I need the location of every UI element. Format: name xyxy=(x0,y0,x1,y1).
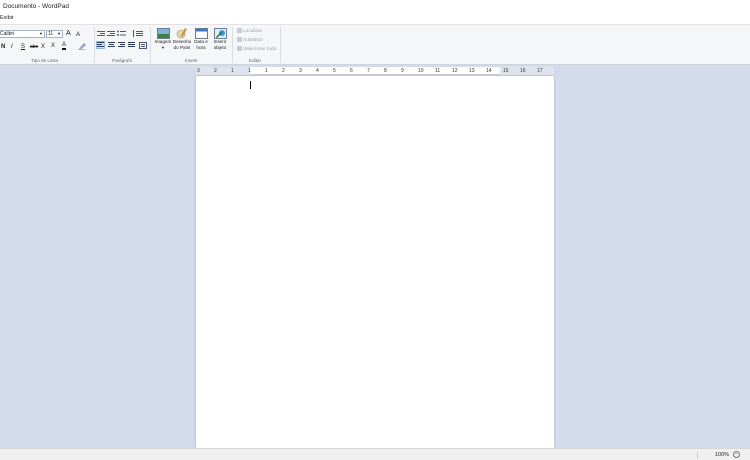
window-title: Documento - WordPad xyxy=(3,3,69,10)
ruler[interactable]: 3 2 1 1 1 2 3 4 5 6 7 8 9 10 11 12 13 14… xyxy=(196,67,554,75)
find-button[interactable]: Localizar xyxy=(237,28,262,34)
zoom-level: 100% xyxy=(714,452,729,458)
date-time-button[interactable]: Data e hora xyxy=(191,28,211,50)
shrink-font-button[interactable]: A xyxy=(76,31,80,39)
justify-icon[interactable] xyxy=(128,42,135,51)
text-caret xyxy=(250,81,251,89)
strikethrough-button[interactable]: abc xyxy=(30,43,38,51)
select-all-button[interactable]: Selecionar tudo xyxy=(237,46,276,52)
select-all-icon xyxy=(237,46,242,51)
align-right-icon[interactable] xyxy=(118,42,125,51)
title-bar: Documento - WordPad xyxy=(0,0,750,13)
line-spacing-icon[interactable] xyxy=(133,30,144,40)
zoom-out-button[interactable]: − xyxy=(733,451,740,458)
group-divider xyxy=(94,27,95,63)
bullets-icon[interactable] xyxy=(117,30,128,40)
document-page[interactable] xyxy=(196,76,554,448)
status-bar: 100% − xyxy=(0,448,750,460)
paint-brush-icon xyxy=(176,28,189,39)
font-family-value: Calibri xyxy=(0,31,15,37)
paint-drawing-button[interactable]: Desenho do Paint xyxy=(172,28,192,50)
font-size-value: 11 xyxy=(48,31,54,37)
edit-group-label: Editar xyxy=(249,58,262,63)
replace-button[interactable]: Substituir xyxy=(237,37,263,43)
replace-icon xyxy=(237,37,242,42)
group-divider xyxy=(150,27,151,63)
font-family-combo[interactable]: Calibri ▼ xyxy=(0,30,45,38)
ribbon: Calibri ▼ 11 ▼ A A N I S abc X X A Tipo … xyxy=(0,24,750,65)
font-group-label: Tipo de Letra xyxy=(31,58,58,63)
grow-font-button[interactable]: A xyxy=(66,30,71,38)
decrease-indent-icon[interactable] xyxy=(97,30,106,40)
bold-button[interactable]: N xyxy=(1,43,5,51)
subscript-button[interactable]: X xyxy=(41,43,45,51)
text-color-button[interactable]: A xyxy=(62,42,67,50)
group-divider xyxy=(280,27,281,63)
paragraph-settings-icon[interactable] xyxy=(139,42,147,52)
menu-bar: Exibir xyxy=(0,13,750,24)
align-center-icon[interactable] xyxy=(108,42,115,51)
superscript-button[interactable]: X xyxy=(51,42,55,50)
underline-button[interactable]: S xyxy=(21,43,25,51)
calendar-icon xyxy=(194,28,208,39)
highlight-icon[interactable] xyxy=(78,42,88,53)
align-left-icon[interactable] xyxy=(96,41,105,49)
insert-image-button[interactable]: Imagem ▾ xyxy=(153,28,173,50)
binoculars-icon xyxy=(237,28,242,33)
chevron-down-icon: ▼ xyxy=(57,31,61,36)
object-icon xyxy=(213,28,227,39)
tab-view[interactable]: Exibir xyxy=(0,15,14,21)
increase-indent-icon[interactable] xyxy=(107,30,116,40)
group-divider xyxy=(232,27,233,63)
paragraph-group-label: Parágrafo xyxy=(112,58,133,63)
chevron-down-icon: ▼ xyxy=(39,31,43,36)
image-icon xyxy=(156,28,170,39)
insert-object-button[interactable]: Inserir objeto xyxy=(210,28,230,50)
italic-button[interactable]: I xyxy=(11,43,13,51)
status-divider xyxy=(697,451,698,459)
insert-group-label: Inserir xyxy=(185,58,198,63)
font-size-combo[interactable]: 11 ▼ xyxy=(46,30,63,38)
